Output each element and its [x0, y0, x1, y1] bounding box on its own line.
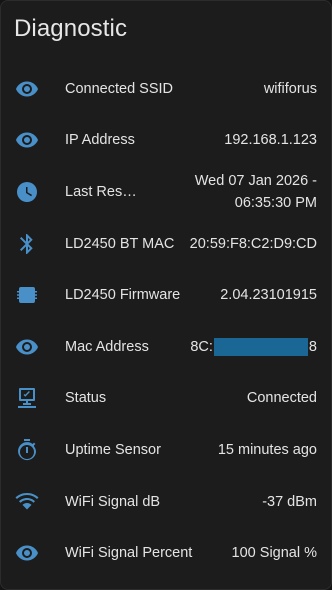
entity-value: 8C: 8 [190, 337, 317, 356]
entity-name: Uptime Sensor [65, 441, 161, 458]
entity-name: Last Res… [65, 183, 137, 200]
eye-icon [15, 335, 39, 359]
chip-icon [15, 283, 39, 307]
redaction-block [213, 337, 308, 356]
entity-row-mac-address[interactable]: Mac Address 8C: 8 [1, 321, 331, 373]
card-title: Diagnostic [14, 15, 128, 42]
entity-value: 15 minutes ago [217, 441, 317, 458]
entity-value: 100 Signal % [231, 545, 317, 562]
entity-value: 2.04.23101915 [220, 287, 317, 304]
entity-name: Connected SSID [65, 80, 174, 97]
entity-name: IP Address [65, 132, 135, 149]
entity-value: Wed 07 Jan 2026 - 06:35:30 PM [194, 172, 317, 211]
entity-value: 20:59:F8:C2:D9:CD [189, 235, 317, 252]
entity-row-uptime[interactable]: Uptime Sensor 15 minutes ago [1, 424, 331, 476]
entity-value: Connected [246, 390, 317, 407]
entity-name: WiFi Signal Percent [65, 545, 193, 562]
entity-name: WiFi Signal dB [65, 493, 161, 510]
entity-value: -37 dBm [262, 493, 317, 510]
entity-row-status[interactable]: Status Connected [1, 373, 331, 425]
eye-icon [15, 77, 39, 101]
entity-value: 192.168.1.123 [224, 132, 317, 149]
eye-icon [15, 541, 39, 565]
entity-row-wifi-db[interactable]: WiFi Signal dB -37 dBm [1, 476, 331, 528]
entity-row-firmware[interactable]: LD2450 Firmware 2.04.23101915 [1, 269, 331, 321]
entity-row-connected-ssid[interactable]: Connected SSID wififorus [1, 63, 331, 115]
entity-list: Connected SSID wififorus IP Address 192.… [1, 63, 331, 579]
entity-row-ip-address[interactable]: IP Address 192.168.1.123 [1, 115, 331, 167]
entity-name: Status [65, 390, 107, 407]
mac-prefix: 8C: [190, 338, 213, 355]
wifi-icon [15, 490, 39, 514]
entity-row-bt-mac[interactable]: LD2450 BT MAC 20:59:F8:C2:D9:CD [1, 218, 331, 270]
clock-icon [15, 180, 39, 204]
entity-name: LD2450 BT MAC [65, 235, 175, 252]
entity-name: Mac Address [65, 338, 149, 355]
timer-icon [15, 438, 39, 462]
entity-row-wifi-percent[interactable]: WiFi Signal Percent 100 Signal % [1, 527, 331, 579]
entity-value: wififorus [263, 80, 317, 97]
lan-connect-icon [15, 386, 39, 410]
diagnostic-card: Diagnostic Connected SSID wififorus IP A… [0, 0, 332, 590]
eye-icon [15, 128, 39, 152]
mac-suffix: 8 [308, 338, 317, 355]
entity-row-last-restart[interactable]: Last Res… Wed 07 Jan 2026 - 06:35:30 PM [1, 166, 331, 218]
bluetooth-icon [15, 232, 39, 256]
entity-name: LD2450 Firmware [65, 287, 181, 304]
